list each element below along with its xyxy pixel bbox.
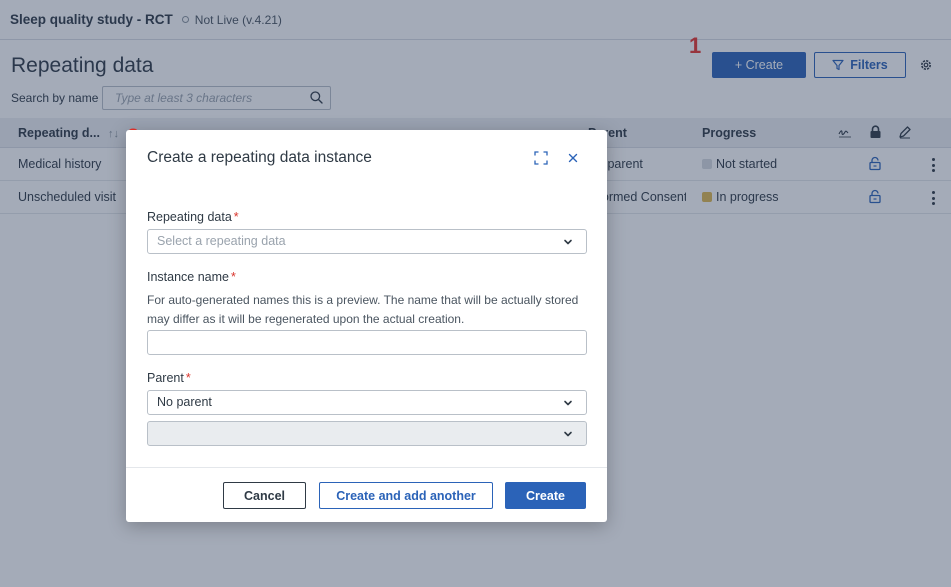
- repeating-data-label: Repeating data *: [147, 210, 239, 224]
- create-instance-dialog: Create a repeating data instance Repeati…: [126, 130, 607, 522]
- chevron-down-icon: [564, 400, 572, 406]
- cancel-button[interactable]: Cancel: [223, 482, 306, 509]
- expand-icon[interactable]: [534, 151, 548, 165]
- close-icon[interactable]: [566, 151, 580, 165]
- repeating-data-select-value: Select a repeating data: [157, 234, 286, 248]
- dialog-footer-divider: [126, 467, 607, 468]
- instance-name-label: Instance name *: [147, 270, 236, 284]
- instance-name-input[interactable]: [147, 330, 587, 355]
- parent-select[interactable]: No parent: [147, 390, 587, 415]
- repeating-data-select[interactable]: Select a repeating data: [147, 229, 587, 254]
- chevron-down-icon: [564, 431, 572, 437]
- create-submit-button[interactable]: Create: [505, 482, 586, 509]
- parent-label: Parent *: [147, 371, 191, 385]
- required-marker: *: [231, 270, 236, 284]
- parent-select-value: No parent: [157, 395, 212, 409]
- required-marker: *: [185, 371, 191, 385]
- dialog-title: Create a repeating data instance: [147, 149, 372, 166]
- required-marker: *: [233, 210, 239, 224]
- create-and-add-another-button[interactable]: Create and add another: [319, 482, 493, 509]
- parent-instance-select[interactable]: [147, 421, 587, 446]
- chevron-down-icon: [564, 239, 572, 245]
- instance-name-help-text: For auto-generated names this is a previ…: [147, 293, 579, 326]
